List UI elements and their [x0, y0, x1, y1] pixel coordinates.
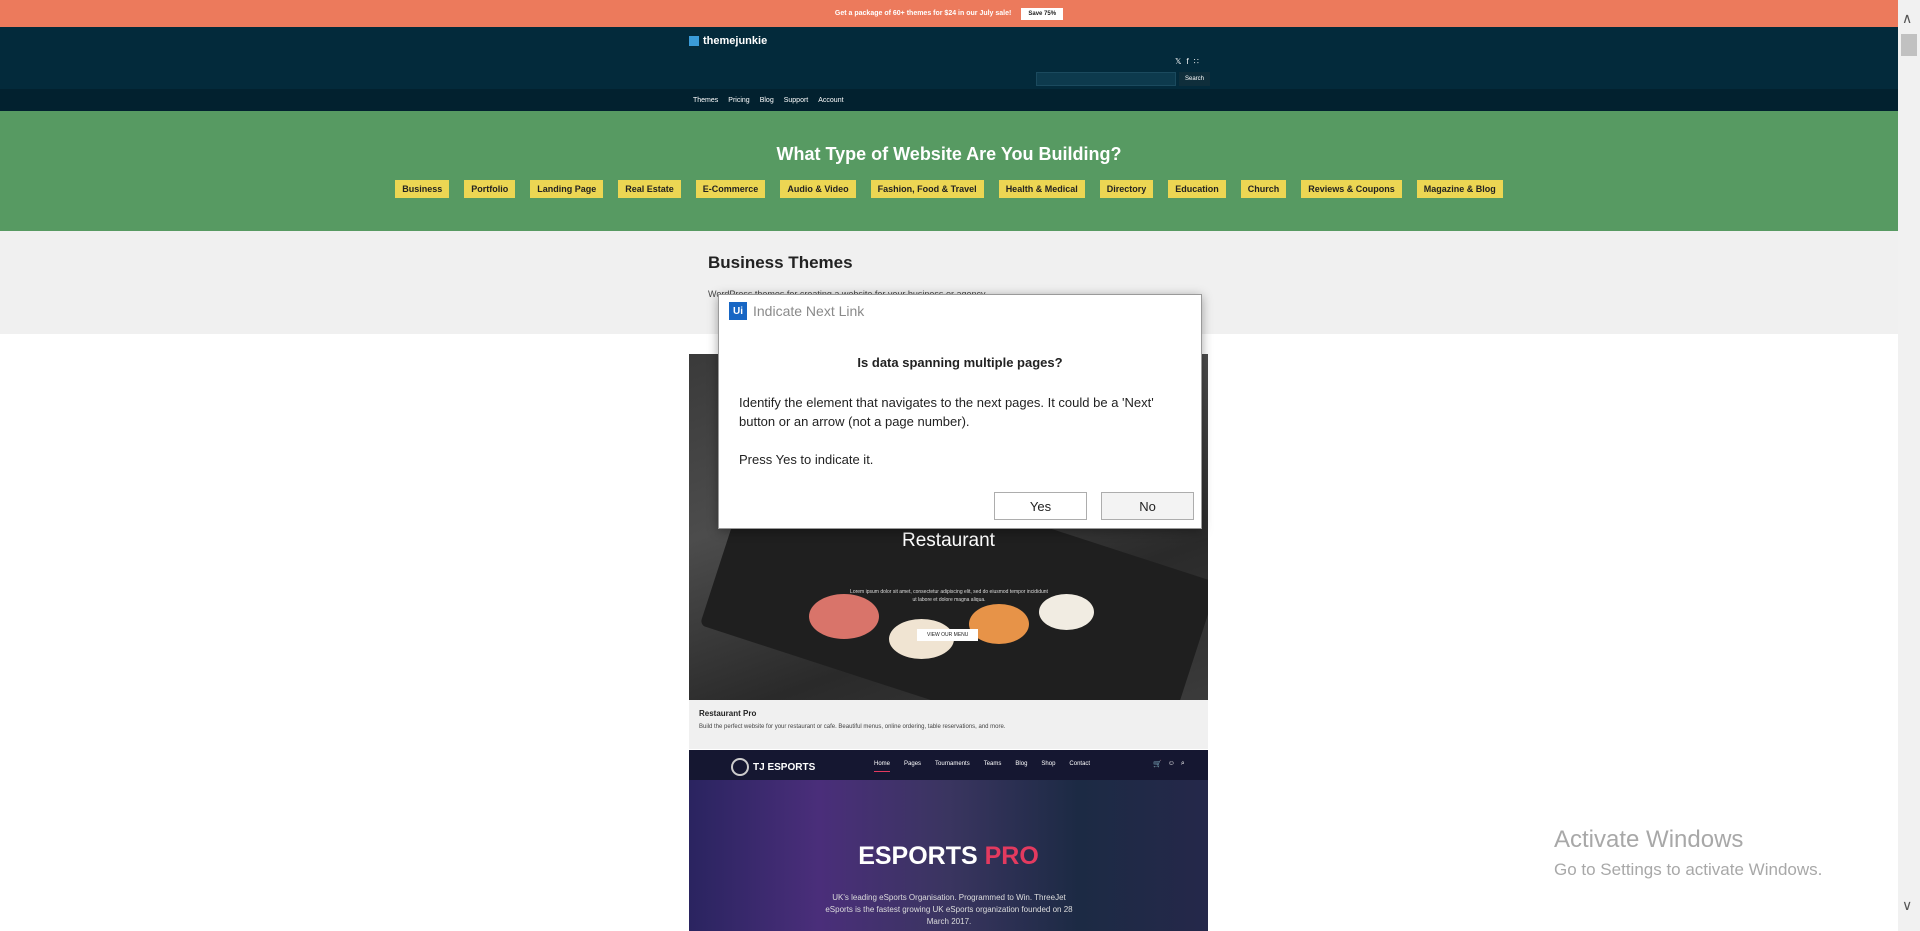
watermark-subtitle: Go to Settings to activate Windows.: [1554, 860, 1823, 879]
category-audio-video[interactable]: Audio & Video: [780, 180, 856, 198]
preview-icons: 🛒 ☺ ⌕: [1153, 760, 1185, 768]
category-business[interactable]: Business: [395, 180, 450, 198]
dialog-body: Identify the element that navigates to t…: [739, 395, 1154, 429]
scroll-up-arrow-icon[interactable]: ∧: [1902, 10, 1912, 27]
preview-heading: Restaurant: [902, 530, 995, 551]
logo-mark-icon: [689, 36, 699, 46]
category-church[interactable]: Church: [1240, 180, 1287, 198]
theme-name[interactable]: Restaurant Pro: [699, 709, 756, 718]
nav-item-themes[interactable]: Themes: [693, 97, 718, 104]
preview-menu-item: Pages: [904, 761, 922, 767]
dialog-question: Is data spanning multiple pages?: [857, 355, 1063, 370]
restaurant-pro-meta: Restaurant Pro Build the perfect website…: [689, 700, 1208, 749]
category-hero: What Type of Website Are You Building? B…: [0, 111, 1898, 231]
search-icon: ⌕: [1180, 760, 1185, 767]
category-e-commerce[interactable]: E-Commerce: [695, 180, 766, 198]
preview-menu-item: Home: [874, 761, 891, 772]
category-magazine-blog[interactable]: Magazine & Blog: [1416, 180, 1503, 198]
twitter-icon[interactable]: 𝕏: [1175, 57, 1181, 66]
category-reviews-coupons[interactable]: Reviews & Coupons: [1301, 180, 1402, 198]
preview-menu-item: Contact: [1069, 761, 1091, 767]
no-button[interactable]: No: [1101, 492, 1194, 520]
preview-logo-text: TJ ESPORTS: [753, 761, 816, 773]
promo-text: Get a package of 60+ themes for $24 in o…: [834, 10, 1012, 17]
esports-pro-preview[interactable]: TJ ESPORTS Home Pages Tournaments Teams …: [689, 750, 1208, 931]
preview-menu: Home Pages Tournaments Teams Blog Shop C…: [874, 761, 1090, 772]
scrollbar-thumb[interactable]: [1901, 34, 1917, 56]
hero-title: What Type of Website Are You Building?: [776, 144, 1122, 164]
dialog-title: Indicate Next Link: [753, 303, 865, 319]
category-fashion-food-travel[interactable]: Fashion, Food & Travel: [870, 180, 984, 198]
category-education[interactable]: Education: [1168, 180, 1226, 198]
dialog-instruction: Press Yes to indicate it.: [739, 452, 874, 467]
category-list: Business Portfolio Landing Page Real Est…: [0, 180, 1898, 198]
preview-logo: TJ ESPORTS: [731, 758, 815, 776]
nav-item-account[interactable]: Account: [818, 97, 843, 104]
site-header: themejunkie 𝕏 f ∷ Search: [0, 27, 1898, 89]
cart-icon: 🛒: [1153, 761, 1162, 768]
activate-windows-watermark: Activate Windows Go to Settings to activ…: [1554, 826, 1822, 880]
preview-menu-item: Shop: [1041, 761, 1056, 767]
nav-item-blog[interactable]: Blog: [760, 97, 774, 104]
yes-button[interactable]: Yes: [994, 492, 1087, 520]
preview-text: UK's leading eSports Organisation. Progr…: [825, 893, 1073, 926]
watermark-title: Activate Windows: [1554, 826, 1744, 853]
preview-title-accent: PRO: [984, 842, 1039, 870]
section-title: Business Themes: [708, 253, 853, 272]
category-health-medical[interactable]: Health & Medical: [998, 180, 1085, 198]
facebook-icon[interactable]: f: [1186, 57, 1188, 66]
preview-navbar: TJ ESPORTS Home Pages Tournaments Teams …: [689, 750, 1208, 780]
logo-text: themejunkie: [703, 35, 768, 47]
main-nav: Themes Pricing Blog Support Account: [0, 89, 1898, 111]
social-links: 𝕏 f ∷: [1175, 57, 1199, 66]
category-directory[interactable]: Directory: [1099, 180, 1154, 198]
nav-item-pricing[interactable]: Pricing: [728, 97, 749, 104]
category-landing-page[interactable]: Landing Page: [530, 180, 604, 198]
uipath-icon: Ui: [729, 302, 747, 320]
search-button[interactable]: Search: [1179, 72, 1211, 86]
preview-menu-item: Tournaments: [935, 761, 970, 767]
preview-text: Lorem ipsum dolor sit amet, consectetur …: [850, 589, 1048, 603]
category-real-estate[interactable]: Real Estate: [618, 180, 681, 198]
site-logo[interactable]: themejunkie: [689, 35, 767, 47]
promo-bar: Get a package of 60+ themes for $24 in o…: [0, 0, 1898, 27]
user-icon: ☺: [1167, 760, 1175, 767]
preview-menu-button: VIEW OUR MENU: [917, 629, 979, 641]
scroll-down-arrow-icon[interactable]: ∨: [1902, 897, 1912, 914]
preview-menu-item: Blog: [1015, 761, 1028, 767]
preview-title: ESPORTS PRO: [689, 842, 1208, 871]
category-portfolio[interactable]: Portfolio: [464, 180, 516, 198]
page-scrollbar[interactable]: ∧ ∨: [1898, 0, 1920, 931]
search-input[interactable]: [1036, 72, 1176, 86]
theme-description: Build the perfect website for your resta…: [699, 724, 1006, 730]
rss-icon[interactable]: ∷: [1194, 57, 1199, 66]
esports-logo-icon: [731, 758, 749, 776]
nav-item-support[interactable]: Support: [784, 97, 809, 104]
dialog-titlebar: Ui Indicate Next Link: [719, 295, 1201, 327]
preview-menu-item: Teams: [983, 761, 1002, 767]
preview-title-main: ESPORTS: [858, 842, 978, 870]
indicate-next-link-dialog: Ui Indicate Next Link Is data spanning m…: [718, 294, 1202, 529]
promo-save-button[interactable]: Save 75%: [1021, 7, 1064, 20]
